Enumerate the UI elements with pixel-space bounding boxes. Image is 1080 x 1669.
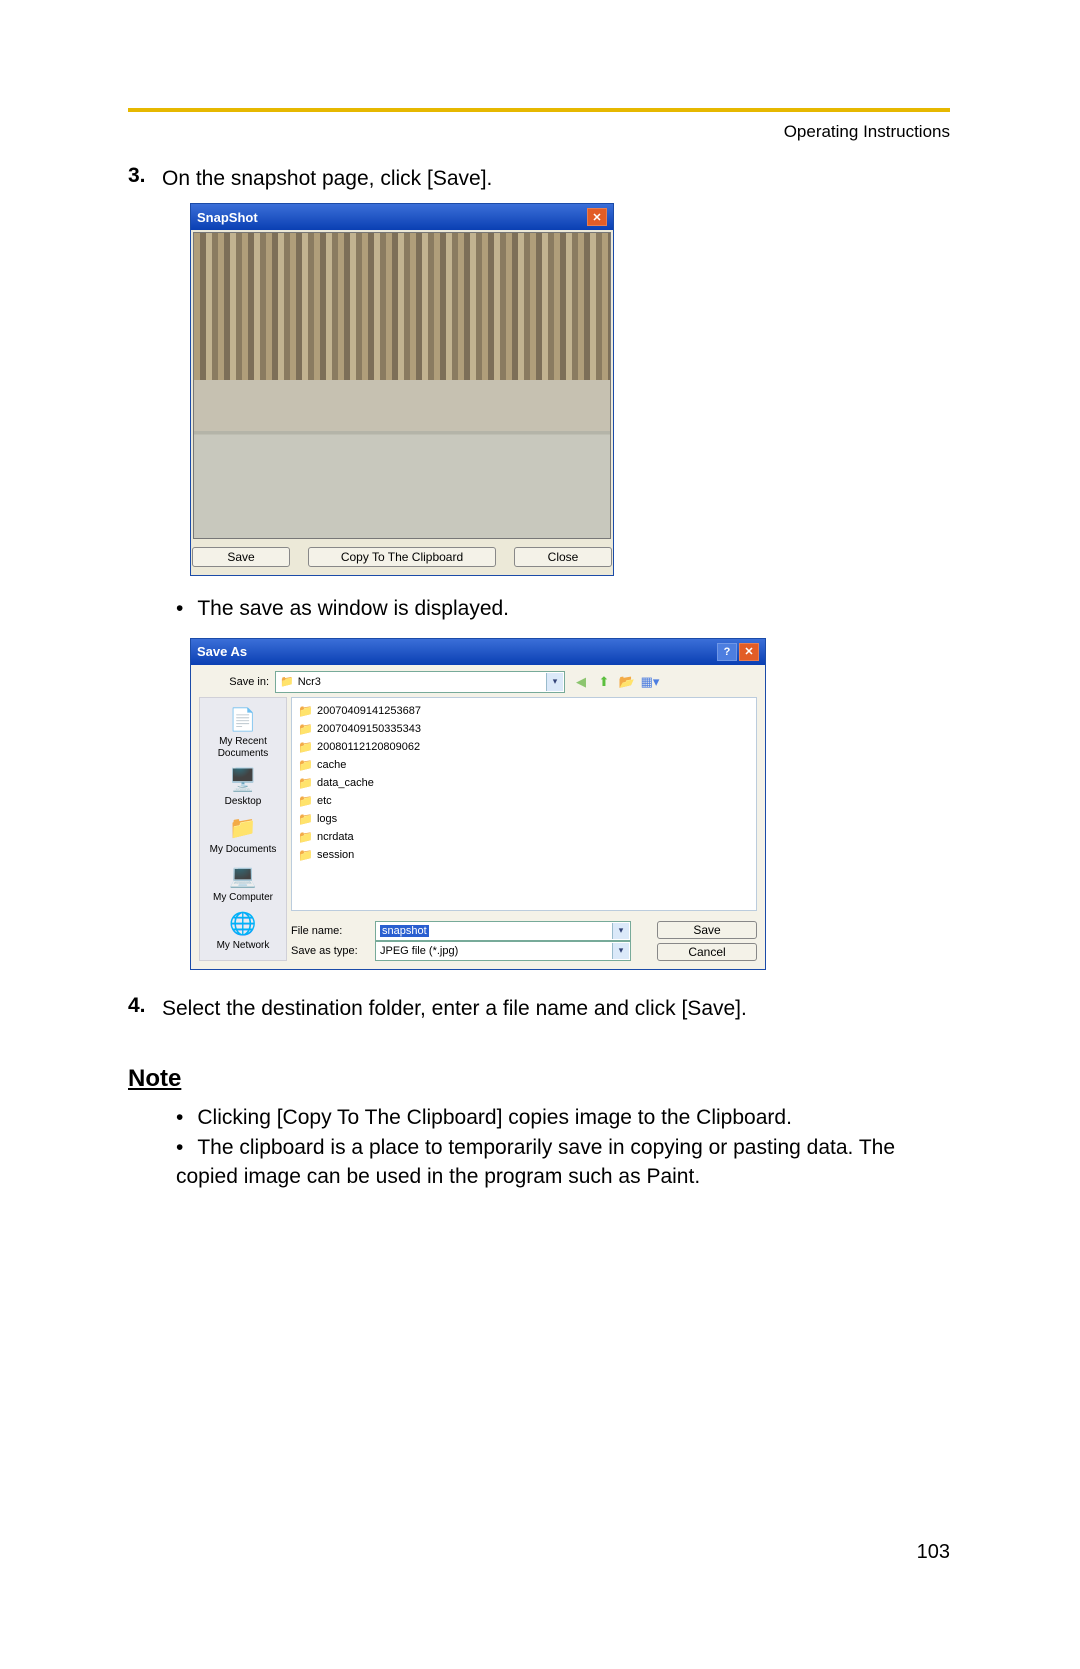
savein-dropdown[interactable]: 📁 Ncr3 ▾: [275, 671, 565, 693]
step-3-text: On the snapshot page, click [Save].: [162, 164, 492, 193]
note-bullet-2: The clipboard is a place to temporarily …: [176, 1133, 950, 1192]
filename-input[interactable]: snapshot ▾: [375, 921, 631, 941]
snapshot-image: [193, 232, 611, 539]
step-3-number: 3.: [128, 164, 162, 193]
chevron-down-icon: ▾: [546, 673, 563, 691]
place-recent[interactable]: 📄 My Recent Documents: [200, 706, 286, 760]
folder-icon: 📁: [298, 792, 313, 810]
places-bar: 📄 My Recent Documents 🖥️ Desktop 📁 My Do…: [199, 697, 287, 961]
place-mydocs[interactable]: 📁 My Documents: [210, 814, 277, 856]
folder-icon: 📁: [298, 702, 313, 720]
close-icon[interactable]: ✕: [739, 643, 759, 661]
folder-icon: 📁: [298, 774, 313, 792]
saveas-titlebar: Save As ? ✕: [191, 639, 765, 665]
note-bullet-1: Clicking [Copy To The Clipboard] copies …: [176, 1103, 950, 1132]
list-item[interactable]: 📁session: [298, 846, 750, 864]
folder-icon: 📁: [298, 846, 313, 864]
folder-icon: 📁: [298, 828, 313, 846]
snapshot-titlebar: SnapShot ✕: [191, 204, 613, 230]
recent-icon: 📄: [227, 706, 259, 734]
folder-icon: 📁: [280, 675, 294, 688]
documents-icon: 📁: [227, 814, 259, 842]
page-number: 103: [917, 1541, 950, 1564]
folder-icon: 📁: [298, 720, 313, 738]
desktop-icon: 🖥️: [227, 766, 259, 794]
chevron-down-icon: ▾: [612, 923, 629, 939]
back-icon[interactable]: ◀: [571, 673, 591, 691]
snapshot-title: SnapShot: [197, 210, 258, 225]
saveastype-dropdown[interactable]: JPEG file (*.jpg) ▾: [375, 941, 631, 961]
savein-label: Save in:: [199, 676, 269, 688]
note-heading: Note: [128, 1065, 950, 1093]
place-mynet[interactable]: 🌐 My Network: [217, 910, 270, 952]
step-4-text: Select the destination folder, enter a f…: [162, 994, 747, 1023]
step-4-number: 4.: [128, 994, 162, 1023]
computer-icon: 💻: [227, 862, 259, 890]
saveastype-label: Save as type:: [291, 945, 365, 957]
list-item[interactable]: 📁20070409141253687: [298, 702, 750, 720]
help-icon[interactable]: ?: [717, 643, 737, 661]
filename-label: File name:: [291, 925, 365, 937]
list-item[interactable]: 📁cache: [298, 756, 750, 774]
close-button[interactable]: Close: [514, 547, 612, 567]
place-mycomp[interactable]: 💻 My Computer: [213, 862, 273, 904]
up-icon[interactable]: ⬆: [594, 673, 614, 691]
close-icon[interactable]: ✕: [587, 208, 607, 226]
new-folder-icon[interactable]: 📂: [617, 673, 637, 691]
snapshot-dialog: SnapShot ✕ Save Copy To The Clipboard Cl…: [190, 203, 614, 576]
list-item[interactable]: 📁data_cache: [298, 774, 750, 792]
save-button[interactable]: Save: [192, 547, 290, 567]
step-3: 3. On the snapshot page, click [Save].: [128, 164, 950, 193]
saveas-save-button[interactable]: Save: [657, 921, 757, 939]
list-item[interactable]: 📁20070409150335343: [298, 720, 750, 738]
file-list[interactable]: 📁20070409141253687 📁20070409150335343 📁2…: [291, 697, 757, 911]
step-3-sub: The save as window is displayed.: [176, 594, 950, 623]
savein-value: Ncr3: [298, 676, 321, 688]
chevron-down-icon: ▾: [612, 943, 629, 959]
views-icon[interactable]: ▦▾: [640, 673, 660, 691]
folder-icon: 📁: [298, 738, 313, 756]
folder-icon: 📁: [298, 756, 313, 774]
header-rule: [128, 108, 950, 112]
folder-icon: 📁: [298, 810, 313, 828]
list-item[interactable]: 📁ncrdata: [298, 828, 750, 846]
saveas-dialog: Save As ? ✕ Save in: 📁 Ncr3 ▾ ◀ ⬆ 📂 ▦▾: [190, 638, 766, 970]
list-item[interactable]: 📁etc: [298, 792, 750, 810]
header-section: Operating Instructions: [128, 122, 950, 142]
list-item[interactable]: 📁logs: [298, 810, 750, 828]
saveas-title: Save As: [197, 644, 247, 659]
copy-clipboard-button[interactable]: Copy To The Clipboard: [308, 547, 496, 567]
saveas-cancel-button[interactable]: Cancel: [657, 943, 757, 961]
network-icon: 🌐: [227, 910, 259, 938]
place-desktop[interactable]: 🖥️ Desktop: [225, 766, 262, 808]
list-item[interactable]: 📁20080112120809062: [298, 738, 750, 756]
